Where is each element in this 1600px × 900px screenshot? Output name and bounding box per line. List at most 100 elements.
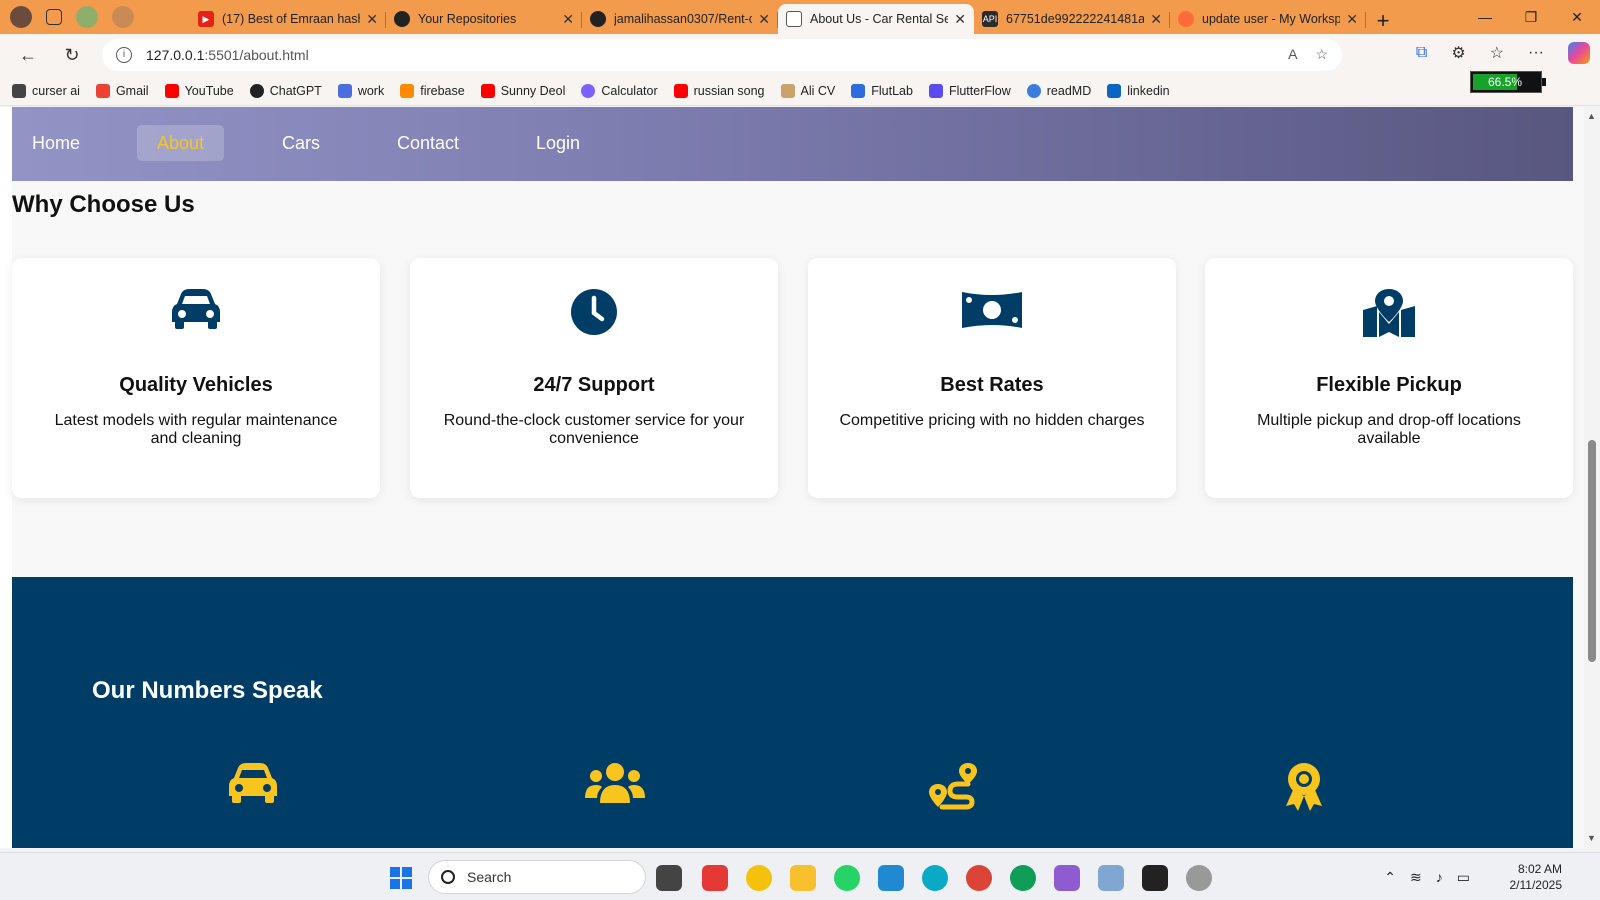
users-icon: [585, 763, 645, 803]
close-tab-icon[interactable]: ✕: [954, 11, 966, 28]
browser-tab[interactable]: API 67751de992222241481aa ✕: [974, 4, 1170, 34]
edge-icon[interactable]: [922, 865, 948, 891]
browser-tab[interactable]: Your Repositories ✕: [386, 4, 582, 34]
task-view-icon[interactable]: [656, 865, 682, 891]
app-icon-clock[interactable]: [1186, 865, 1212, 891]
stats-section: Our Numbers Speak: [12, 577, 1573, 848]
clock-time: 8:02 AM: [1517, 862, 1562, 876]
volume-icon[interactable]: ♪: [1436, 869, 1443, 886]
extensions-icon[interactable]: ⚙: [1451, 43, 1465, 63]
nav-home[interactable]: Home: [12, 125, 100, 161]
pinned-tab-icon-2[interactable]: [112, 6, 134, 28]
browser-tab-active[interactable]: About Us - Car Rental Ser ✕: [778, 4, 974, 34]
restore-icon[interactable]: ❐: [1508, 0, 1554, 34]
site-navbar: Home About Cars Contact Login: [12, 107, 1573, 181]
bookmark-item[interactable]: work: [337, 83, 384, 98]
pinned-tab-icon[interactable]: [76, 6, 98, 28]
close-window-icon[interactable]: ✕: [1554, 0, 1600, 34]
feature-title: Quality Vehicles: [119, 374, 273, 396]
bookmark-item[interactable]: FlutLab: [851, 83, 913, 98]
more-menu-icon[interactable]: ···: [1528, 44, 1544, 62]
tray-chevron-icon[interactable]: ⌃: [1384, 869, 1396, 886]
minimize-icon[interactable]: —: [1462, 0, 1508, 34]
firebase-icon: [400, 83, 415, 98]
bookmark-item[interactable]: Ali CV: [780, 83, 835, 98]
stats-title: Our Numbers Speak: [92, 677, 323, 704]
favorite-star-icon[interactable]: ☆: [1315, 46, 1328, 63]
bookmark-label: curser ai: [32, 83, 80, 98]
start-button-icon[interactable]: [390, 867, 412, 889]
docs-icon: [337, 83, 352, 98]
close-tab-icon[interactable]: ✕: [366, 11, 378, 28]
feature-card-rates: Best Rates Competitive pricing with no h…: [808, 258, 1176, 498]
github-icon: [590, 11, 606, 27]
app-icon-red[interactable]: [702, 865, 728, 891]
close-tab-icon[interactable]: ✕: [758, 11, 770, 28]
nav-contact[interactable]: Contact: [377, 125, 479, 161]
bookmark-item[interactable]: YouTube: [164, 83, 234, 98]
browser-tab[interactable]: update user - My Worksp ✕: [1170, 4, 1366, 34]
site-info-icon[interactable]: i: [116, 47, 132, 63]
bookmark-item[interactable]: ChatGPT: [249, 83, 322, 98]
bookmark-item[interactable]: readMD: [1026, 83, 1091, 98]
photos-icon[interactable]: [1098, 865, 1124, 891]
window-controls: — ❐ ✕: [1462, 0, 1600, 34]
visual-studio-icon[interactable]: [1054, 865, 1080, 891]
vscode-icon[interactable]: [878, 865, 904, 891]
scrollbar-thumb[interactable]: [1588, 440, 1596, 662]
close-tab-icon[interactable]: ✕: [1346, 11, 1358, 28]
flutterflow-icon: [928, 83, 943, 98]
address-bar[interactable]: i 127.0.0.1:5501/about.html A ☆: [102, 39, 1342, 71]
workspaces-icon[interactable]: [46, 9, 62, 25]
map-icon: [1363, 289, 1415, 337]
youtube-icon: ▶: [198, 11, 214, 27]
route-icon: [929, 763, 977, 810]
chrome-profile-icon[interactable]: [1010, 865, 1036, 891]
close-tab-icon[interactable]: ✕: [1150, 11, 1162, 28]
profile-avatar-icon[interactable]: [10, 6, 32, 28]
feature-title: Flexible Pickup: [1316, 374, 1462, 396]
nav-about[interactable]: About: [137, 125, 225, 161]
github-icon: [394, 11, 410, 27]
bookmark-item[interactable]: Sunny Deol: [480, 83, 565, 98]
app-icon-dark[interactable]: [1142, 865, 1168, 891]
favorites-icon[interactable]: ☆: [1490, 43, 1504, 63]
bookmark-item[interactable]: russian song: [673, 83, 765, 98]
youtube-icon: [480, 83, 495, 98]
page-scrollbar[interactable]: ▲ ▼: [1584, 107, 1600, 848]
nav-cars[interactable]: Cars: [262, 125, 340, 161]
bookmark-item[interactable]: FlutterFlow: [928, 83, 1011, 98]
translate-icon[interactable]: ⧉: [1416, 44, 1427, 62]
taskbar-clock[interactable]: 8:02 AM 2/11/2025: [1510, 861, 1563, 893]
bookmark-item[interactable]: curser ai: [12, 83, 80, 98]
tab-title: 67751de992222241481aa: [1006, 12, 1145, 26]
scroll-down-icon[interactable]: ▼: [1587, 833, 1596, 843]
bookmark-item[interactable]: Calculator: [581, 83, 658, 98]
wifi-icon[interactable]: ≋: [1410, 869, 1422, 886]
back-icon[interactable]: ←: [6, 45, 50, 66]
linkedin-icon: [1107, 83, 1122, 98]
bookmark-item[interactable]: linkedin: [1107, 83, 1170, 98]
scroll-up-icon[interactable]: ▲: [1587, 111, 1596, 121]
copilot-icon[interactable]: [1568, 42, 1590, 64]
taskbar-search[interactable]: Search: [428, 860, 646, 894]
feature-description: Multiple pickup and drop-off locations a…: [1257, 412, 1521, 447]
why-choose-us-title: Why Choose Us: [12, 191, 195, 218]
nav-login[interactable]: Login: [516, 125, 600, 161]
browser-tab[interactable]: ▶ (17) Best of Emraan hashm ✕: [190, 4, 386, 34]
bookmark-label: FlutterFlow: [948, 83, 1011, 98]
chrome-icon[interactable]: [966, 865, 992, 891]
file-explorer-icon[interactable]: [790, 865, 816, 891]
whatsapp-icon[interactable]: [834, 865, 860, 891]
youtube-icon: [164, 83, 179, 98]
app-icon-yellow-chat[interactable]: [746, 865, 772, 891]
bookmark-item[interactable]: firebase: [400, 83, 465, 98]
battery-icon[interactable]: ▭: [1457, 869, 1470, 886]
browser-tab[interactable]: jamalihassan0307/Rent-ca ✕: [582, 4, 778, 34]
read-aloud-icon[interactable]: A: [1288, 46, 1297, 63]
refresh-icon[interactable]: ↻: [50, 45, 94, 66]
bookmark-item[interactable]: Gmail: [95, 83, 149, 98]
close-tab-icon[interactable]: ✕: [562, 11, 574, 28]
new-tab-button[interactable]: +: [1366, 8, 1400, 34]
tab-bar-left-icons: [0, 6, 190, 28]
